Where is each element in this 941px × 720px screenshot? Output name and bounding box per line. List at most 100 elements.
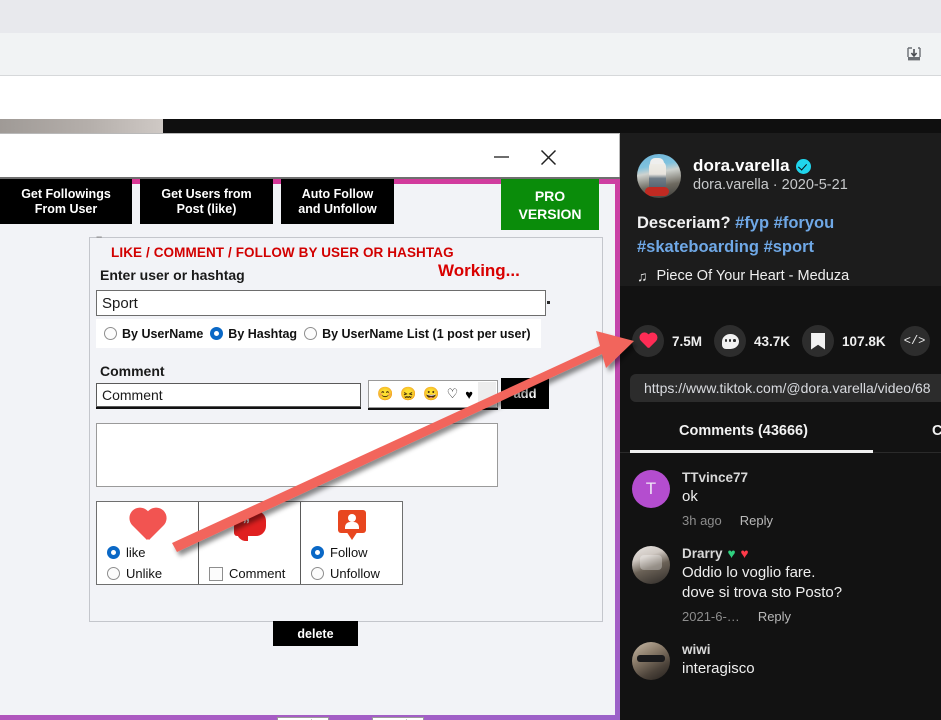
radio-unlike[interactable]: Unlike — [107, 566, 162, 581]
like-button[interactable] — [632, 325, 664, 357]
avatar[interactable] — [632, 642, 670, 680]
tab-secondary[interactable]: C — [932, 423, 941, 439]
tab-auto-follow-unfollow[interactable]: Auto Follow and Unfollow — [281, 179, 394, 224]
avatar[interactable] — [632, 546, 670, 584]
emoji-frown-icon[interactable]: 😖 — [400, 386, 416, 402]
emoji-picker[interactable]: 😊 😖 😀 ♡ ♥ — [368, 380, 498, 408]
radio-icon-selected — [107, 546, 120, 559]
user-hashtag-input[interactable]: Sport — [96, 290, 546, 316]
status-text: Working... — [438, 261, 520, 280]
tab1-line1: Get Followings — [21, 186, 111, 201]
list-item[interactable]: T TTvince77 ok 3h ago Reply — [620, 458, 941, 534]
delete-button[interactable]: delete — [273, 621, 358, 646]
comment-username[interactable]: wiwi — [682, 642, 929, 657]
hashtag-foryou[interactable]: #foryou — [774, 214, 835, 232]
comment-text: ok — [682, 488, 698, 505]
tiktok-video-panel: dora.varella dora.varella · 2020-5-21 De… — [620, 133, 941, 720]
download-icon[interactable] — [904, 45, 924, 65]
tab3-line1: Auto Follow — [301, 186, 374, 201]
action-mode-box: like Unlike ” Comment Follow Unfollow — [96, 501, 403, 585]
comment-text: Oddio lo voglio fare. dove si trova sto … — [682, 563, 929, 603]
input-caret-marker — [547, 301, 550, 304]
bookmark-count: 107.8K — [842, 333, 886, 349]
comment-input[interactable]: Comment — [96, 383, 361, 407]
post-description: Desceriam? #fyp #foryou #skateboarding #… — [637, 211, 937, 259]
comments-textarea[interactable] — [96, 423, 498, 487]
red-heart-icon: ♥ — [740, 546, 749, 561]
radio-by-hashtag-label: By Hashtag — [228, 326, 298, 341]
comment-text: interagisco — [682, 660, 755, 677]
video-url-field[interactable]: https://www.tiktok.com/@dora.varella/vid… — [630, 374, 941, 402]
pro-version-button[interactable]: PRO VERSION — [501, 179, 599, 230]
emoji-smile-icon[interactable]: 😊 — [377, 386, 393, 402]
radio-like[interactable]: like — [107, 545, 146, 560]
music-row[interactable]: ♫ Piece Of Your Heart - Meduza — [637, 268, 849, 284]
video-url-text: https://www.tiktok.com/@dora.varella/vid… — [644, 380, 931, 396]
bookmark-button[interactable] — [802, 325, 835, 357]
checkbox-icon — [209, 566, 223, 581]
tab-get-users-from-post[interactable]: Get Users from Post (like) — [140, 179, 273, 224]
avatar[interactable]: T — [632, 470, 670, 508]
radio-unlike-label: Unlike — [126, 566, 163, 581]
tab-comments[interactable]: Comments (43666) — [679, 423, 808, 439]
browser-toolbar — [0, 33, 941, 76]
mode-comment: ” Comment — [199, 502, 301, 584]
comment-input-underline — [96, 407, 361, 409]
radio-by-username-list[interactable]: By UserName List (1 post per user) — [304, 327, 530, 341]
radio-follow[interactable]: Follow — [311, 545, 368, 560]
follow-person-icon — [333, 509, 371, 544]
tiktok-post-header: dora.varella dora.varella · 2020-5-21 De… — [620, 133, 941, 286]
author-name[interactable]: dora.varella — [693, 156, 790, 176]
verified-badge-icon — [795, 158, 811, 174]
reply-link[interactable]: Reply — [740, 513, 773, 528]
screen-root: dora.varella dora.varella · 2020-5-21 De… — [0, 0, 941, 720]
embed-code-icon[interactable]: </> — [899, 326, 930, 356]
comment-count: 43.7K — [754, 333, 791, 349]
bookmark-icon — [811, 332, 826, 350]
hashtag-skateboarding[interactable]: #skateboarding — [637, 238, 759, 256]
avatar[interactable] — [637, 154, 681, 198]
heart-icon — [639, 333, 658, 350]
emoji-grin-icon[interactable]: 😀 — [423, 386, 439, 402]
tab-active-underline — [630, 450, 873, 453]
emoji-heart-outline-icon[interactable]: ♡ — [447, 386, 459, 402]
comment-label: Comment — [100, 363, 165, 379]
like-stat[interactable]: 7.5M — [632, 325, 702, 357]
comment-meta: 2021-6-… Reply — [682, 609, 929, 624]
radio-unfollow-label: Unfollow — [330, 566, 380, 581]
comment-stat[interactable]: 43.7K — [714, 325, 790, 357]
radio-by-hashtag[interactable]: By Hashtag — [210, 327, 297, 341]
comment-button[interactable] — [714, 325, 747, 357]
comment-username[interactable]: Drarry ♥ ♥ — [682, 546, 929, 561]
checkbox-comment[interactable]: Comment — [209, 566, 285, 581]
avatar-board — [645, 187, 669, 196]
list-item[interactable]: wiwi interagisco — [620, 630, 941, 686]
comment-username-text: Drarry — [682, 546, 723, 561]
tab-get-followings-from-user[interactable]: Get Followings From User — [0, 179, 132, 224]
mode-follow: Follow Unfollow — [301, 502, 402, 584]
tab3-line2: and Unfollow — [298, 201, 377, 216]
radio-icon-selected — [210, 327, 224, 340]
radio-unfollow[interactable]: Unfollow — [311, 566, 380, 581]
list-item[interactable]: Drarry ♥ ♥ Oddio lo voglio fare. dove si… — [620, 534, 941, 630]
add-button[interactable]: add — [501, 378, 549, 409]
reply-link[interactable]: Reply — [758, 609, 791, 624]
comment-bubble-icon: ” — [230, 509, 270, 543]
emoji-scroll-handle[interactable] — [478, 382, 496, 407]
hashtag-sport[interactable]: #sport — [764, 238, 814, 256]
like-count: 7.5M — [672, 333, 703, 349]
pro-line2: VERSION — [518, 205, 582, 222]
radio-icon — [107, 567, 120, 580]
radio-icon-selected — [311, 546, 324, 559]
comment-username[interactable]: TTvince77 — [682, 470, 929, 485]
tab2-line1: Get Users from — [161, 186, 252, 201]
comments-tabs: Comments (43666) C — [620, 414, 941, 454]
radio-by-username-label: By UserName — [122, 326, 204, 341]
hashtag-fyp[interactable]: #fyp — [735, 214, 769, 232]
author-name-row: dora.varella — [693, 155, 933, 177]
app-inner-layer: Get Followings From User Get Users from … — [0, 133, 620, 720]
radio-by-username[interactable]: By UserName — [104, 327, 203, 341]
bookmark-stat[interactable]: 107.8K — [802, 325, 886, 357]
radio-icon — [304, 327, 318, 340]
emoji-heart-filled-icon[interactable]: ♥ — [465, 387, 473, 402]
